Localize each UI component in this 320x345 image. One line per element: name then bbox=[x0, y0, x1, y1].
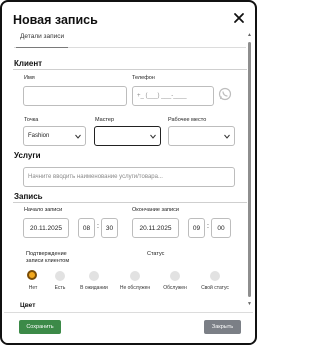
new-booking-modal: Новая запись Детали записи ▲ ▼ Клиент Им… bbox=[0, 0, 257, 345]
start-date-input[interactable]: 20.11.2025 bbox=[23, 218, 69, 238]
status-radio-not-served[interactable] bbox=[130, 271, 140, 281]
workplace-label: Рабочее место bbox=[168, 117, 207, 123]
close-icon[interactable] bbox=[232, 11, 246, 25]
status-option-not-served: Не обслужен bbox=[119, 285, 151, 291]
name-label: Имя bbox=[24, 75, 35, 81]
status-radio-served[interactable] bbox=[170, 271, 180, 281]
phone-mask: +_ (___) ___-____ bbox=[137, 93, 187, 99]
time-colon: : bbox=[207, 223, 209, 230]
scroll-up-icon[interactable]: ▲ bbox=[247, 32, 252, 38]
time-colon: : bbox=[97, 223, 99, 230]
confirm-radio-no[interactable] bbox=[27, 270, 37, 280]
chevron-down-icon bbox=[150, 134, 156, 139]
services-placeholder: Начните вводить наименование услуги/това… bbox=[28, 174, 163, 180]
master-label: Мастер bbox=[95, 117, 115, 123]
color-section-title: Цвет bbox=[20, 302, 36, 309]
start-label: Начало записи bbox=[24, 207, 63, 213]
confirm-option-no: Нет bbox=[28, 285, 38, 291]
divider bbox=[13, 69, 247, 70]
status-option-served: Обслужен bbox=[163, 285, 187, 291]
scroll-down-icon[interactable]: ▼ bbox=[247, 301, 252, 307]
save-button[interactable]: Сохранить bbox=[19, 320, 61, 334]
client-section-title: Клиент bbox=[14, 59, 43, 68]
modal-title: Новая запись bbox=[13, 13, 98, 27]
confirm-label-line1: Подтверждение bbox=[26, 251, 67, 257]
services-search-input[interactable]: Начните вводить наименование услуги/това… bbox=[23, 167, 235, 187]
scrollbar-thumb[interactable] bbox=[248, 42, 251, 297]
chevron-down-icon bbox=[224, 134, 230, 139]
close-button[interactable]: Закрыть bbox=[204, 320, 241, 334]
point-label: Точка bbox=[24, 117, 39, 123]
phone-label: Телефон bbox=[132, 75, 155, 81]
start-minute-input[interactable]: 30 bbox=[101, 218, 118, 238]
tab-bar: Детали записи bbox=[14, 30, 246, 48]
point-value: Fashion bbox=[28, 133, 50, 139]
workplace-select[interactable] bbox=[168, 126, 235, 146]
tab-booking-details[interactable]: Детали записи bbox=[16, 33, 69, 48]
booking-section-title: Запись bbox=[14, 192, 43, 201]
confirm-radio-yes[interactable] bbox=[55, 271, 65, 281]
status-option-custom: Свой статус bbox=[201, 285, 229, 291]
status-radio-waiting[interactable] bbox=[89, 271, 99, 281]
confirm-option-yes: Есть bbox=[54, 285, 66, 291]
modal-footer: Сохранить Закрыть bbox=[4, 312, 253, 343]
chevron-down-icon bbox=[75, 134, 81, 139]
master-select[interactable] bbox=[94, 126, 161, 146]
point-select[interactable]: Fashion bbox=[23, 126, 86, 146]
end-hour-input[interactable]: 09 bbox=[188, 218, 205, 238]
whatsapp-icon[interactable] bbox=[218, 87, 232, 101]
divider bbox=[13, 202, 247, 203]
start-hour-input[interactable]: 08 bbox=[78, 218, 95, 238]
phone-input[interactable]: +_ (___) ___-____ bbox=[132, 86, 214, 106]
status-label: Статус bbox=[147, 251, 165, 257]
services-section-title: Услуги bbox=[14, 151, 41, 160]
end-minute-input[interactable]: 00 bbox=[211, 218, 231, 238]
status-option-waiting: В ожидании bbox=[80, 285, 108, 291]
name-input[interactable] bbox=[23, 86, 127, 106]
end-date-input[interactable]: 20.11.2025 bbox=[132, 218, 179, 238]
status-radio-custom[interactable] bbox=[210, 271, 220, 281]
confirm-label-line2: записи клиентом bbox=[26, 258, 70, 264]
end-label: Окончание записи bbox=[132, 207, 179, 213]
